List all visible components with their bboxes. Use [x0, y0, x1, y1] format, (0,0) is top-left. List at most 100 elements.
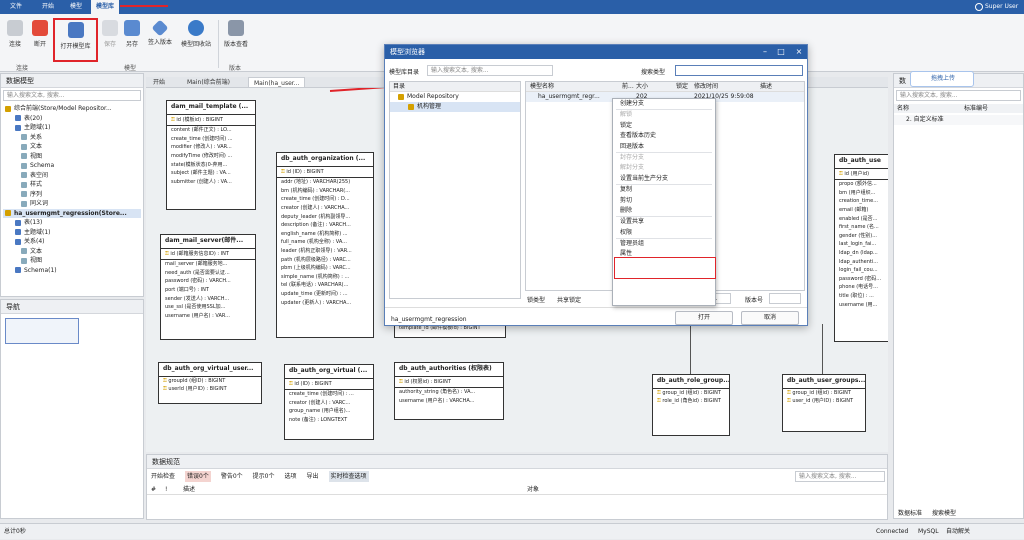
standard-search-input[interactable]: 输入搜索文本, 搜索... — [795, 471, 885, 482]
tree-item[interactable]: 文本 — [3, 142, 141, 152]
menu-repository[interactable]: 模型库 — [91, 0, 119, 14]
user-name[interactable]: Super User — [985, 0, 1023, 14]
key-icon: ⚿ — [839, 170, 843, 177]
checkin-button[interactable]: 签入版本 — [144, 18, 176, 62]
tree-item[interactable]: 表空间 — [3, 171, 141, 181]
standard-tree-search-input[interactable]: 输入搜索文本, 搜索... — [896, 90, 1021, 101]
search-type-select[interactable] — [675, 65, 803, 76]
disconnect-button[interactable]: 断开 — [27, 18, 53, 62]
version-select[interactable] — [769, 293, 801, 304]
version-label: 版本号 — [745, 297, 764, 304]
menu-cut[interactable]: 剪切 — [613, 196, 715, 206]
tree-item-org[interactable]: 机构管理 — [390, 102, 520, 112]
start-check-button[interactable]: 开始检查 — [151, 471, 175, 482]
navigator-preview[interactable] — [5, 318, 79, 344]
entity-table[interactable]: db_auth_use ⚿ id (用户id) propo (额外信... bm … — [834, 154, 888, 342]
maximize-button[interactable]: □ — [773, 45, 789, 59]
tree-item[interactable]: 视图 — [3, 152, 141, 162]
realtime-options-button[interactable]: 实时检查选项 — [328, 471, 369, 482]
dir-label: 模型库目录 — [389, 69, 420, 76]
entity-table[interactable]: db_auth_organization (... ⚿ id (ID) : BI… — [276, 152, 374, 338]
upload-badge[interactable]: 拖拽上传 — [910, 71, 974, 87]
tree-item[interactable]: 序列 — [3, 190, 141, 200]
entity-table[interactable]: dam_mail_template (... ⚿ id (模板id) : BIG… — [166, 100, 256, 210]
close-button[interactable]: × — [791, 45, 807, 59]
standard-list-header: 名称 标准编号 — [894, 104, 1023, 113]
save-as-icon — [124, 20, 140, 36]
tree-item[interactable]: 视图 — [3, 256, 141, 266]
version-view-button[interactable]: 版本查看 — [220, 18, 252, 62]
entity-partial[interactable]: template_id (邮件模板id) : BIGINT — [394, 324, 506, 338]
entity-table[interactable]: db_auth_user_groups... ⚿ group_id (组id) … — [782, 374, 866, 432]
list-icon — [228, 20, 244, 36]
navigator-title: 导航 — [1, 300, 143, 314]
entity-table[interactable]: dam_mail_server(邮件... ⚿ id (邮箱服务信息ID) : … — [160, 234, 256, 340]
errors-filter[interactable]: 错误0个 — [185, 471, 211, 482]
warnings-filter[interactable]: 警告0个 — [221, 471, 243, 482]
entity-table[interactable]: db_auth_role_group... ⚿ group_id (组id) :… — [652, 374, 730, 436]
standard-list-item[interactable]: 2. 自定义标准 — [894, 115, 1023, 125]
menu-admin-group[interactable]: 管理员组 — [613, 239, 715, 249]
minimize-button[interactable]: – — [757, 45, 773, 59]
context-menu: 创建分支 解锁 锁定 查看版本历史 回退版本 封存分支 解封分支 设置当前生产分… — [612, 98, 716, 306]
tree-item[interactable]: 表(13) — [3, 218, 141, 228]
tree-item[interactable]: 样式 — [3, 180, 141, 190]
menu-lock[interactable]: 锁定 — [613, 121, 715, 131]
menu-delete[interactable]: 删除 — [613, 206, 715, 216]
tab-start[interactable]: 开始 — [148, 77, 170, 88]
menu-version-history[interactable]: 查看版本历史 — [613, 131, 715, 141]
status-auto: 自动解关 — [946, 528, 971, 535]
save-as-button[interactable]: 另存 — [120, 18, 144, 62]
menu-file[interactable]: 文件 — [4, 0, 28, 14]
menu-set-production-branch[interactable]: 设置当前生产分支 — [613, 174, 715, 184]
dialog-search-input[interactable]: 输入搜索文本, 搜索... — [427, 65, 553, 76]
annotation-arrow — [120, 5, 168, 7]
tree-item[interactable]: 文本 — [3, 247, 141, 257]
relation-line — [822, 324, 823, 374]
tree-item[interactable]: 关系(4) — [3, 237, 141, 247]
group-label-version: 版本 — [228, 65, 241, 72]
tree-item[interactable]: 同义词 — [3, 199, 141, 209]
hints-filter[interactable]: 提示0个 — [253, 471, 275, 482]
save-button[interactable]: 保存 — [99, 18, 121, 62]
shared-lock-radio[interactable]: 共享锁定 — [557, 295, 581, 304]
tree-item[interactable]: 综合前端(Store/Model Repositor... — [3, 104, 141, 114]
key-icon: ⚿ — [281, 168, 285, 175]
menu-set-share[interactable]: 设置共享 — [613, 217, 715, 227]
open-repository-button[interactable]: 打开模型库 — [53, 18, 98, 62]
entity-table[interactable]: db_auth_org_virtual_user... ⚿ groupId (组… — [158, 362, 262, 404]
tree-item-selected[interactable]: ha_usermgmt_regression(Store... — [3, 208, 141, 218]
data-standard-panel: 数据规范 开始检查 错误0个 警告0个 提示0个 选项 导出 实时检查选项 输入… — [146, 454, 888, 520]
connect-button[interactable]: 连接 — [2, 18, 28, 62]
cancel-button[interactable]: 取消 — [741, 311, 799, 325]
tree-item[interactable]: Schema — [3, 161, 141, 171]
tab-data-standard[interactable]: 数据标准 — [898, 508, 922, 517]
tree-item[interactable]: Schema(1) — [3, 266, 141, 276]
menu-model[interactable]: 模型 — [64, 0, 88, 14]
tree-item[interactable]: 关系 — [3, 133, 141, 143]
menu-home[interactable]: 开始 — [36, 0, 60, 14]
tab-main-ha-user[interactable]: Main(ha_user... — [248, 77, 306, 88]
menu-bar: 文件 开始 模型 模型库 Super User — [0, 0, 1024, 14]
menu-unseal-branch[interactable]: 解封分支 — [613, 163, 715, 173]
menu-copy[interactable]: 复制 — [613, 185, 715, 195]
menu-seal-branch[interactable]: 封存分支 — [613, 153, 715, 163]
entity-table[interactable]: db_auth_authorities (权限表) ⚿ id (权限id) : … — [394, 362, 504, 420]
menu-rollback[interactable]: 回退版本 — [613, 142, 715, 152]
tree-item[interactable]: 主题域(1) — [3, 123, 141, 133]
menu-permissions[interactable]: 权限 — [613, 228, 715, 238]
tab-search-model[interactable]: 搜索模型 — [932, 508, 956, 517]
menu-create-branch[interactable]: 创建分支 — [613, 99, 715, 109]
status-connected: Connected — [876, 528, 909, 535]
model-search-input[interactable]: 输入搜索文本, 搜索... — [3, 90, 141, 101]
tab-main-frontend[interactable]: Main(综合前端) — [182, 77, 235, 88]
export-button[interactable]: 导出 — [307, 471, 319, 482]
options-button[interactable]: 选项 — [285, 471, 297, 482]
tree-item[interactable]: 主题域(1) — [3, 228, 141, 238]
tree-item-repository[interactable]: Model Repository — [390, 92, 520, 102]
entity-table[interactable]: db_auth_org_virtual (... ⚿ id (ID) : BIG… — [284, 364, 374, 440]
recycle-bin-button[interactable]: 模型回收站 — [177, 18, 215, 62]
open-button[interactable]: 打开 — [675, 311, 733, 325]
menu-unlock[interactable]: 解锁 — [613, 110, 715, 120]
tree-item[interactable]: 表(20) — [3, 114, 141, 124]
